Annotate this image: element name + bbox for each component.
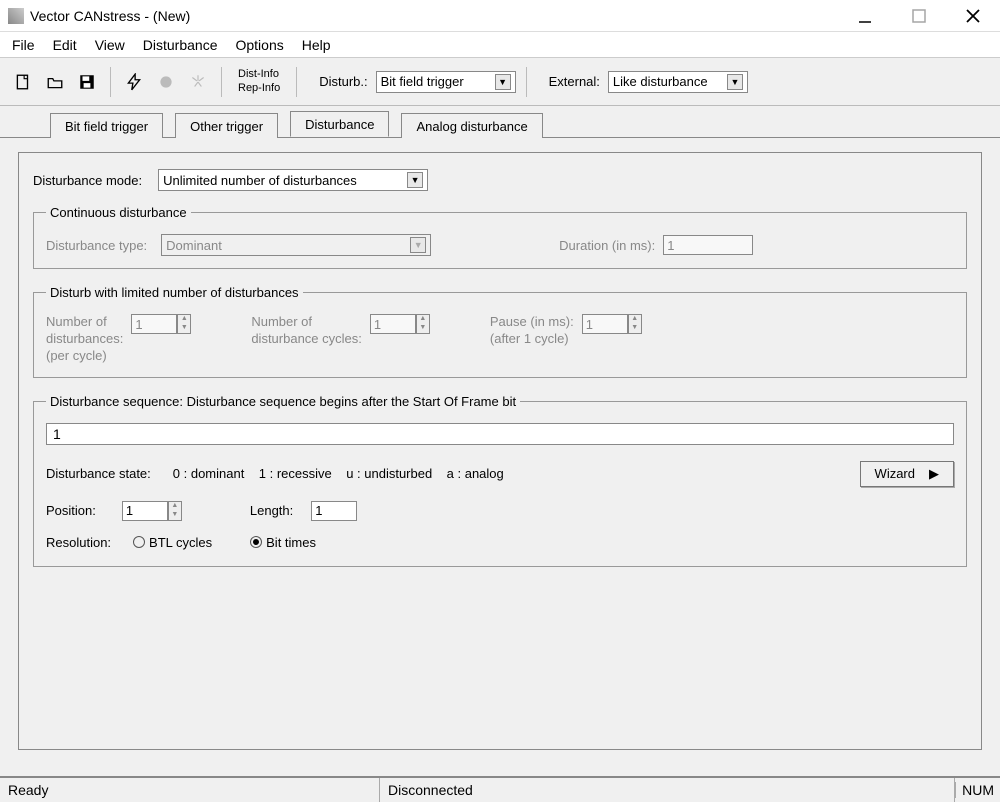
- tab-bit-field-trigger[interactable]: Bit field trigger: [50, 113, 163, 138]
- new-icon[interactable]: [10, 69, 36, 95]
- chevron-down-icon: ▼: [410, 237, 426, 253]
- radio-icon: [133, 536, 145, 548]
- menu-options[interactable]: Options: [235, 37, 283, 53]
- duration-input: [663, 235, 753, 255]
- tab-other-trigger[interactable]: Other trigger: [175, 113, 278, 138]
- num-disturbances-input: [131, 314, 177, 334]
- separator: [110, 67, 111, 97]
- disturbance-type-label: Disturbance type:: [46, 238, 147, 253]
- rep-info-label: Rep-Info: [238, 82, 280, 95]
- window-title: Vector CANstress - (New): [30, 8, 852, 24]
- spinner: ▲▼: [628, 314, 642, 334]
- tabstrip: Bit field trigger Other trigger Disturba…: [0, 106, 1000, 138]
- btl-cycles-radio[interactable]: BTL cycles: [133, 535, 212, 550]
- length-label: Length:: [250, 503, 293, 518]
- window-controls: [852, 3, 992, 29]
- minimize-button[interactable]: [852, 3, 878, 29]
- info-stack[interactable]: Dist-Info Rep-Info: [232, 68, 286, 94]
- menu-edit[interactable]: Edit: [53, 37, 77, 53]
- disturbance-panel: Disturbance mode: Unlimited number of di…: [18, 152, 982, 750]
- spinner: ▲▼: [177, 314, 191, 334]
- status-ready: Ready: [0, 778, 380, 802]
- status-connection: Disconnected: [380, 778, 955, 802]
- restore-button[interactable]: [906, 3, 932, 29]
- menu-file[interactable]: File: [12, 37, 35, 53]
- menubar: File Edit View Disturbance Options Help: [0, 32, 1000, 58]
- disturbance-mode-label: Disturbance mode:: [33, 173, 142, 188]
- separator: [526, 67, 527, 97]
- wizard-label: Wizard: [875, 466, 915, 481]
- separator: [221, 67, 222, 97]
- external-label: External:: [549, 74, 600, 89]
- sequence-input[interactable]: [46, 423, 954, 445]
- disturb-combo[interactable]: Bit field trigger ▼: [376, 71, 516, 93]
- titlebar: Vector CANstress - (New): [0, 0, 1000, 32]
- lightning-icon[interactable]: [121, 69, 147, 95]
- sequence-legend: Disturbance sequence: Disturbance sequen…: [46, 394, 520, 409]
- btl-label: BTL cycles: [149, 535, 212, 550]
- tab-disturbance[interactable]: Disturbance: [290, 111, 389, 137]
- disturb-label: Disturb.:: [319, 74, 367, 89]
- chevron-down-icon: ▼: [727, 74, 743, 90]
- position-label: Position:: [46, 503, 96, 518]
- content-area: Disturbance mode: Unlimited number of di…: [0, 138, 1000, 764]
- chevron-down-icon: ▼: [495, 74, 511, 90]
- status-numlock: NUM: [955, 782, 1000, 798]
- num-disturb-label-1: Number of: [46, 314, 123, 331]
- cycles-label-1: Number of: [251, 314, 362, 331]
- close-button[interactable]: [960, 3, 986, 29]
- chevron-down-icon: ▼: [407, 172, 423, 188]
- limited-disturbance-group: Disturb with limited number of disturban…: [33, 285, 967, 378]
- num-cycles-input: [370, 314, 416, 334]
- external-combo[interactable]: Like disturbance ▼: [608, 71, 748, 93]
- cycles-label-2: disturbance cycles:: [251, 331, 362, 348]
- continuous-disturbance-group: Continuous disturbance Disturbance type:…: [33, 205, 967, 269]
- sequence-group: Disturbance sequence: Disturbance sequen…: [33, 394, 967, 567]
- pause-label-2: (after 1 cycle): [490, 331, 574, 348]
- disturb-value: Bit field trigger: [381, 74, 489, 89]
- tab-analog-disturbance[interactable]: Analog disturbance: [401, 113, 542, 138]
- duration-label: Duration (in ms):: [559, 238, 655, 253]
- play-icon: ▶: [929, 466, 939, 482]
- continuous-legend: Continuous disturbance: [46, 205, 191, 220]
- disturbance-type-combo: Dominant ▼: [161, 234, 431, 256]
- external-value: Like disturbance: [613, 74, 721, 89]
- statusbar: Ready Disconnected NUM: [0, 776, 1000, 802]
- toolbar: Dist-Info Rep-Info Disturb.: Bit field t…: [0, 58, 1000, 106]
- separator: [296, 67, 297, 97]
- pause-label-1: Pause (in ms):: [490, 314, 574, 331]
- state-key: 0 : dominant 1 : recessive u : undisturb…: [173, 466, 504, 481]
- spinner: ▲▼: [416, 314, 430, 334]
- position-input[interactable]: [122, 501, 168, 521]
- wizard-button[interactable]: Wizard ▶: [860, 461, 954, 487]
- spinner[interactable]: ▲▼: [168, 501, 182, 521]
- state-label: Disturbance state:: [46, 466, 151, 481]
- menu-view[interactable]: View: [95, 37, 125, 53]
- length-input[interactable]: [311, 501, 357, 521]
- bit-times-radio[interactable]: Bit times: [250, 535, 316, 550]
- num-disturb-label-2: disturbances:: [46, 331, 123, 348]
- open-icon[interactable]: [42, 69, 68, 95]
- resolution-label: Resolution:: [46, 535, 111, 550]
- disturbance-mode-value: Unlimited number of disturbances: [163, 173, 401, 188]
- save-icon[interactable]: [74, 69, 100, 95]
- num-disturb-label-3: (per cycle): [46, 348, 123, 365]
- radio-icon: [250, 536, 262, 548]
- limited-legend: Disturb with limited number of disturban…: [46, 285, 303, 300]
- record-icon[interactable]: [153, 69, 179, 95]
- app-icon: [8, 8, 24, 24]
- pause-input: [582, 314, 628, 334]
- burst-icon[interactable]: [185, 69, 211, 95]
- disturbance-type-value: Dominant: [166, 238, 404, 253]
- dist-info-label: Dist-Info: [238, 68, 280, 81]
- bit-times-label: Bit times: [266, 535, 316, 550]
- disturbance-mode-combo[interactable]: Unlimited number of disturbances ▼: [158, 169, 428, 191]
- menu-help[interactable]: Help: [302, 37, 331, 53]
- menu-disturbance[interactable]: Disturbance: [143, 37, 218, 53]
